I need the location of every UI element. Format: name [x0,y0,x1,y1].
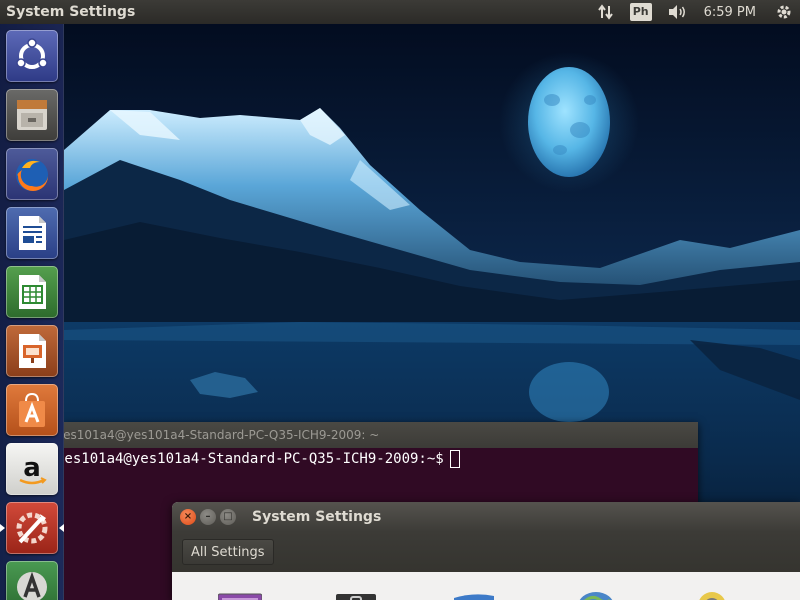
minimize-button[interactable]: – [200,509,216,525]
close-button[interactable]: × [180,509,196,525]
launcher-item-firefox[interactable] [6,148,58,200]
launcher-item-ubuntu-dash[interactable] [6,30,58,82]
terminal-prompt: yes101a4@yes101a4-Standard-PC-Q35-ICH9-2… [64,451,444,467]
moon [528,67,610,177]
terminal-titlebar[interactable]: yes101a4@yes101a4-Standard-PC-Q35-ICH9-2… [64,422,698,448]
writer-document-icon [19,216,46,250]
volume-icon[interactable] [660,0,696,24]
network-transfer-icon[interactable] [590,0,622,24]
updater-icon [17,571,47,600]
gear-icon[interactable] [768,0,800,24]
focus-indicator [59,524,64,532]
terminal-cursor [449,450,460,468]
file-cabinet-icon [17,100,47,130]
clock[interactable]: 6:59 PM [696,5,768,20]
maximize-button[interactable]: □ [220,509,236,525]
launcher-item-files[interactable] [6,89,58,141]
launcher-item-libreoffice-impress[interactable] [6,325,58,377]
calc-spreadsheet-icon [19,275,46,309]
settings-window-title: System Settings [252,509,382,525]
impress-presentation-icon [19,334,46,368]
launcher-item-amazon[interactable]: a [6,443,58,495]
text-entry-icon[interactable] [452,584,496,600]
all-settings-button[interactable]: All Settings [182,539,274,565]
launcher-item-system-settings[interactable] [0,502,64,554]
system-settings-window[interactable]: × – □ System Settings All Settings [172,502,800,600]
shopping-bag-icon [19,392,45,427]
firefox-icon [16,159,48,191]
terminal-title: yes101a4@yes101a4-Standard-PC-Q35-ICH9-2… [64,428,380,442]
settings-titlebar[interactable]: × – □ System Settings [172,502,800,532]
amazon-icon: a [19,453,47,485]
active-app-title: System Settings [6,4,136,20]
security-privacy-icon[interactable] [334,584,378,600]
launcher-item-libreoffice-writer[interactable] [6,207,58,259]
launcher-item-ubuntu-software[interactable] [6,384,58,436]
backups-icon[interactable] [690,584,734,600]
active-indicator [0,524,5,532]
launcher: a [0,24,64,600]
settings-tools-icon [16,512,48,544]
svg-text:a: a [23,453,41,483]
language-support-icon[interactable] [574,584,618,600]
indicator-area: Ph 6:59 PM [590,0,800,24]
keyboard-layout-indicator[interactable]: Ph [622,0,660,24]
top-panel: System Settings Ph 6:59 PM [0,0,800,24]
keyboard-layout-label: Ph [629,3,652,21]
ubuntu-logo-icon [16,38,48,69]
appearance-icon[interactable] [218,584,262,600]
launcher-item-software-updater[interactable] [6,561,58,600]
settings-content [172,572,800,600]
launcher-item-libreoffice-calc[interactable] [6,266,58,318]
settings-toolbar: All Settings [172,532,800,572]
